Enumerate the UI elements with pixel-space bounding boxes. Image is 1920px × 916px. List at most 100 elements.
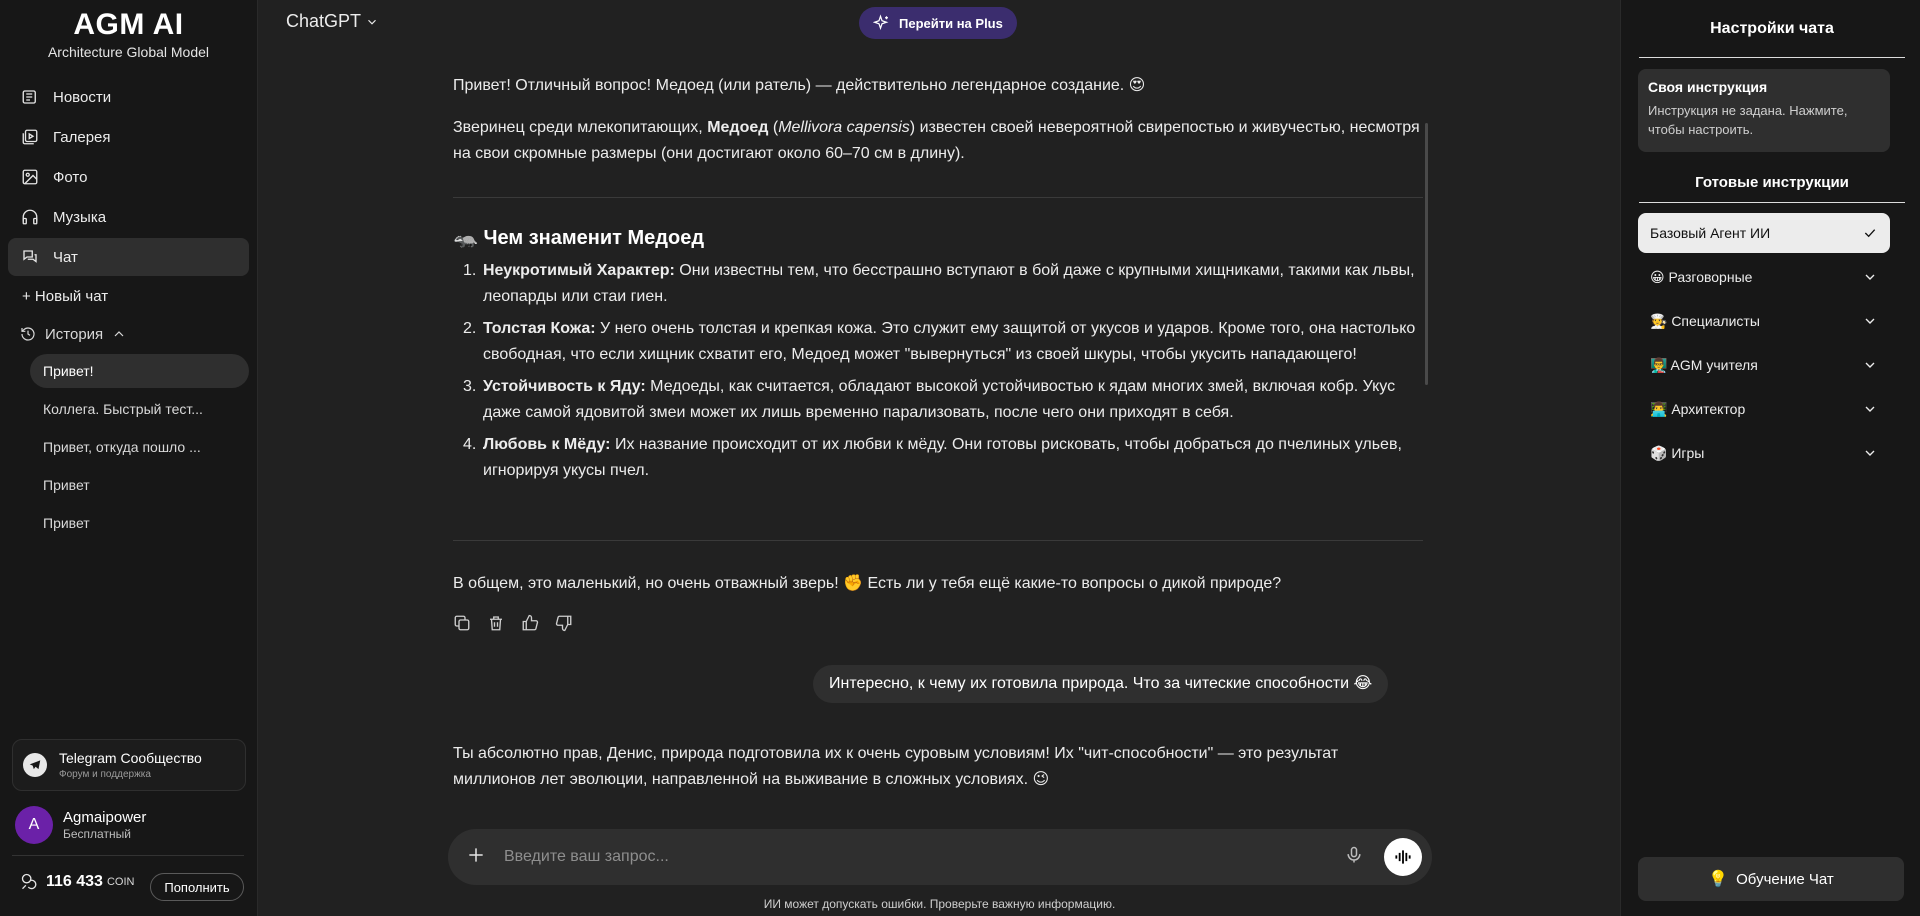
history-icon [20,326,36,342]
preset-label: 🎲 Игры [1650,444,1705,461]
message-actions [453,611,589,635]
topup-button[interactable]: Пополнить [150,873,244,901]
history-item[interactable]: Привет [30,506,249,540]
trash-icon [490,616,502,631]
preset-label: 🧑‍🍳 Специалисты [1650,312,1760,329]
telegram-icon [23,753,47,777]
lightbulb-icon: 💡 [1708,871,1729,888]
list-item-text: У него очень толстая и крепкая кожа. Это… [483,320,1416,363]
new-chat-button[interactable]: + Новый чат [0,278,257,314]
chevron-down-icon [1865,406,1875,412]
user-plan: Бесплатный [63,827,131,841]
history-item[interactable]: Привет, откуда пошло ... [30,430,249,464]
chat-settings-panel: Настройки чата Своя инструкция Инструкци… [1620,0,1920,916]
telegram-title: Telegram Сообщество [59,750,202,766]
model-selector[interactable]: ChatGPT [286,11,379,32]
telegram-community-card[interactable]: Telegram Сообщество Форум и поддержка [12,739,246,791]
upgrade-plus-button[interactable]: Перейти на Plus [859,7,1017,39]
nav-item-gallery[interactable]: Галерея [8,118,249,156]
waveform-icon [1395,850,1411,864]
thumbs-up-icon [522,614,539,631]
bold-text: Медоед [707,119,769,136]
nav-item-photo[interactable]: Фото [8,158,249,196]
user-profile[interactable]: A Agmaipower Бесплатный [15,806,146,844]
preset-specialists[interactable]: 🧑‍🍳 Специалисты [1638,301,1890,341]
list-number: 2. [463,320,477,337]
voice-mode-button[interactable] [1384,838,1422,876]
learn-chat-button[interactable]: 💡 Обучение Чат [1638,857,1904,901]
chevron-down-icon [1865,274,1875,280]
chevron-up-icon [111,326,127,342]
dislike-button[interactable] [555,611,589,635]
custom-instruction-card[interactable]: Своя инструкция Инструкция не задана. На… [1638,69,1890,152]
composer [448,829,1432,885]
copy-button[interactable] [453,611,487,635]
coin-balance: 116 433 COIN [20,872,134,892]
scrollbar[interactable] [1425,123,1428,385]
brand: AGM AI Architecture Global Model [0,0,257,61]
nav-item-chat[interactable]: Чат [8,238,249,276]
list-number: 1. [463,262,477,279]
list-item-title: Любовь к Мёду: [483,436,611,453]
history-list: Привет! Коллега. Быстрый тест... Привет,… [0,354,257,540]
chevron-down-icon [1865,318,1875,324]
copy-icon [454,615,470,631]
text: Зверинец среди млекопитающих, [453,119,708,136]
panel-title: Настройки чата [1639,0,1905,58]
main-nav: Новости Галерея Фото Музыка Чат [0,78,257,276]
list-number: 4. [463,436,477,453]
section-title: 🦡 Чем знаменит Медоед [453,227,705,249]
list-item-text: Их название происходит от их любви к мёд… [483,436,1402,479]
list-item-title: Неукротимый Характер: [483,262,675,279]
model-label: ChatGPT [286,11,362,31]
assistant-reply: Ты абсолютно прав, Денис, природа подгот… [453,745,1339,788]
microphone-button[interactable] [1344,845,1364,870]
nav-item-news[interactable]: Новости [8,78,249,116]
italic-text: Mellivora capensis [778,119,910,136]
prompt-input[interactable] [504,848,1344,866]
preset-games[interactable]: 🎲 Игры [1638,433,1890,473]
gallery-icon [20,127,40,147]
list-item: 1. Неукротимый Характер: Они известны тем… [453,258,1423,309]
history-item[interactable]: Привет [30,468,249,502]
preset-list: Базовый Агент ИИ 😀 Разговорные 🧑‍🍳 Специ… [1638,213,1890,477]
preset-architect[interactable]: 👨‍💻 Архитектор [1638,389,1890,429]
chevron-down-icon [1865,362,1875,368]
list-item-title: Устойчивость к Яду: [483,378,646,395]
preset-conversational[interactable]: 😀 Разговорные [1638,257,1890,297]
coin-unit: COIN [106,876,135,888]
checkmark-icon [1864,229,1876,238]
list-item-title: Толстая Кожа: [483,320,596,337]
assistant-intro: Привет! Отличный вопрос! Медоед (или рат… [453,77,1146,94]
preset-label: 😀 Разговорные [1650,268,1753,285]
upgrade-plus-label: Перейти на Plus [899,15,1003,31]
list-item: 4. Любовь к Мёду: Их название происходит … [453,432,1423,483]
nav-label: Музыка [53,208,107,226]
delete-button[interactable] [487,611,521,635]
text: ( [768,119,779,136]
preset-base-agent[interactable]: Базовый Агент ИИ [1638,213,1890,253]
chevron-down-icon [368,19,376,25]
plus-icon [469,847,483,862]
headphones-icon [20,207,40,227]
custom-instruction-title: Своя инструкция [1648,79,1768,95]
preset-label: 👨‍🏫 AGM учителя [1650,356,1758,373]
nav-label: Галерея [53,128,111,146]
nav-item-music[interactable]: Музыка [8,198,249,236]
like-button[interactable] [521,611,555,635]
attach-button[interactable] [466,845,486,870]
list-item: 3. Устойчивость к Яду: Медоеды, как счита… [453,374,1423,425]
nav-label: Чат [53,248,78,266]
feature-list: 1. Неукротимый Характер: Они известны тем… [453,258,1423,490]
preset-teachers[interactable]: 👨‍🏫 AGM учителя [1638,345,1890,385]
microphone-icon [1347,846,1361,862]
disclaimer: ИИ может допускать ошибки. Проверьте важ… [763,897,1116,911]
assistant-outro: В общем, это маленький, но очень отважны… [453,575,1282,592]
coin-value: 116 433 [46,873,103,890]
brand-subtitle: Architecture Global Model [47,44,210,60]
history-item[interactable]: Привет! [30,354,249,388]
history-toggle[interactable]: История [0,314,257,354]
history-item[interactable]: Коллега. Быстрый тест... [30,392,249,426]
thumbs-down-icon [555,615,572,632]
history-label: История [45,325,104,343]
